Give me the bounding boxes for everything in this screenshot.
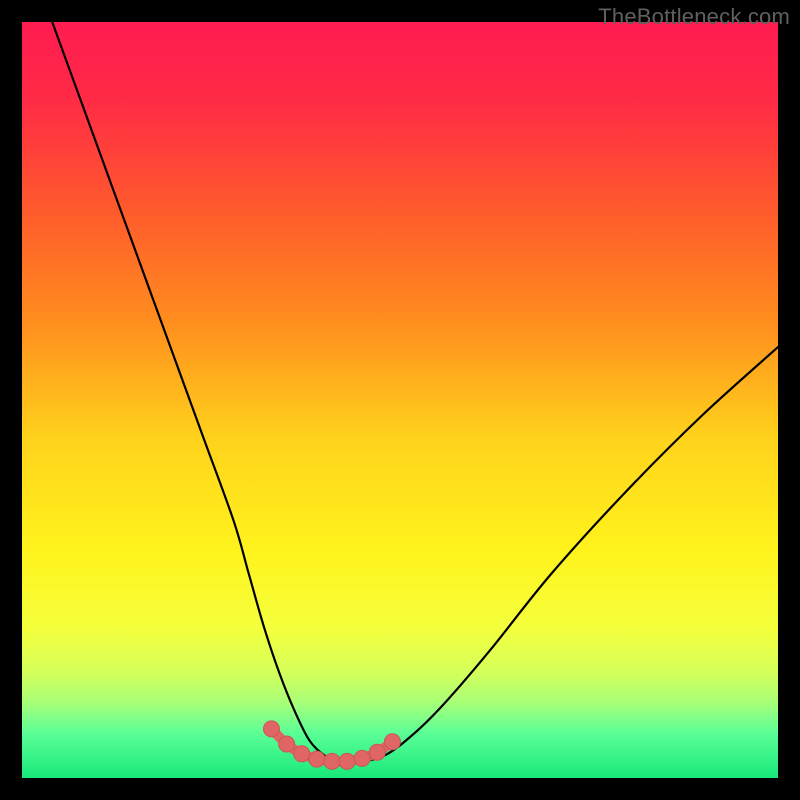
marker-point	[339, 753, 355, 769]
marker-point	[294, 746, 310, 762]
watermark-text: TheBottleneck.com	[598, 4, 790, 30]
marker-point	[369, 744, 385, 760]
marker-point	[279, 736, 295, 752]
bottleneck-chart	[22, 22, 778, 778]
marker-point	[324, 753, 340, 769]
marker-point	[309, 751, 325, 767]
marker-point	[263, 721, 279, 737]
chart-frame: TheBottleneck.com	[0, 0, 800, 800]
marker-point	[384, 734, 400, 750]
marker-point	[354, 750, 370, 766]
gradient-background	[22, 22, 778, 778]
